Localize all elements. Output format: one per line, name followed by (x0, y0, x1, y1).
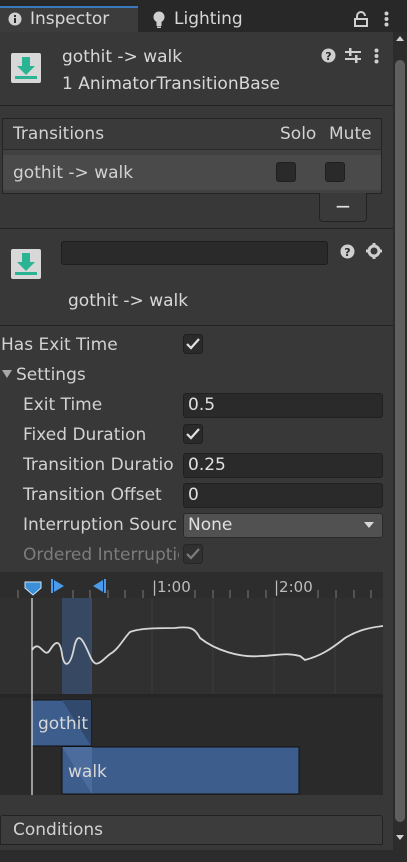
ordered-interruption-checkbox (183, 544, 203, 564)
svg-text:?: ? (325, 50, 331, 63)
source-clip-label: gothit (38, 714, 89, 734)
playhead-marker-icon[interactable] (24, 578, 42, 596)
transition-end-marker-icon[interactable] (91, 578, 107, 594)
header-more-icon[interactable] (374, 48, 379, 64)
timeline-tick-2: |2:00 (274, 578, 313, 596)
exit-time-field[interactable]: 0.5 (183, 393, 383, 418)
transition-offset-label: Transition Offset (23, 485, 162, 505)
tab-lighting-label[interactable]: Lighting (174, 9, 243, 29)
divider (0, 105, 393, 106)
solo-column-header: Solo (280, 124, 317, 144)
info-icon (8, 12, 22, 26)
interruption-source-label: Interruption Sourc (23, 515, 178, 535)
divider (0, 228, 393, 229)
transitions-column-header: Transitions (13, 124, 105, 144)
timeline-tick-1: |1:00 (152, 578, 191, 596)
more-vert-icon[interactable] (384, 11, 389, 27)
transition-name-input[interactable] (61, 241, 328, 265)
divider (0, 325, 393, 326)
conditions-label: Conditions (13, 820, 103, 840)
scroll-up-icon[interactable] (395, 34, 405, 42)
foldout-arrow-icon[interactable] (2, 369, 12, 379)
transition-icon (10, 248, 42, 280)
svg-text:?: ? (344, 246, 350, 259)
transition-offset-field[interactable]: 0 (183, 483, 383, 508)
scroll-down-icon[interactable] (395, 834, 405, 842)
mute-column-header: Mute (329, 124, 372, 144)
preset-sliders-icon[interactable] (345, 48, 361, 63)
header-subtitle: 1 AnimatorTransitionBase (62, 74, 280, 94)
chevron-down-icon (363, 521, 375, 529)
transition-icon (10, 52, 42, 84)
transition-duration-label: Transition Duratio (23, 455, 174, 475)
help-icon[interactable]: ? (321, 48, 336, 63)
has-exit-time-label: Has Exit Time (1, 335, 118, 355)
lock-icon[interactable] (354, 11, 368, 27)
exit-time-label: Exit Time (23, 395, 103, 415)
mute-checkbox[interactable] (325, 162, 345, 182)
fixed-duration-label: Fixed Duration (23, 425, 147, 445)
interruption-source-value: None (188, 515, 233, 535)
solo-checkbox[interactable] (276, 162, 296, 182)
timeline-graph (0, 598, 383, 795)
destination-clip-label: walk (68, 762, 107, 782)
help-icon[interactable]: ? (340, 244, 355, 259)
scrollbar-thumb[interactable] (395, 60, 405, 822)
interruption-source-dropdown[interactable]: None (183, 513, 383, 538)
lightbulb-icon (152, 11, 166, 29)
tab-inspector-label: Inspector (30, 9, 110, 29)
timeline-area[interactable] (0, 598, 383, 795)
settings-foldout[interactable]: Settings (16, 365, 86, 385)
fixed-duration-checkbox[interactable] (183, 424, 203, 444)
transition-start-marker-icon[interactable] (50, 578, 66, 594)
header-title: gothit -> walk (62, 47, 183, 67)
transition-row-name: gothit -> walk (13, 163, 134, 183)
transition-duration-field[interactable]: 0.25 (183, 453, 383, 478)
bottom-bar (0, 850, 393, 862)
ordered-interruption-label: Ordered Interruptic (23, 545, 179, 565)
transition-title: gothit -> walk (68, 291, 189, 311)
remove-transition-button[interactable]: − (319, 193, 367, 222)
has-exit-time-checkbox[interactable] (183, 334, 203, 354)
gear-icon[interactable] (366, 243, 382, 259)
